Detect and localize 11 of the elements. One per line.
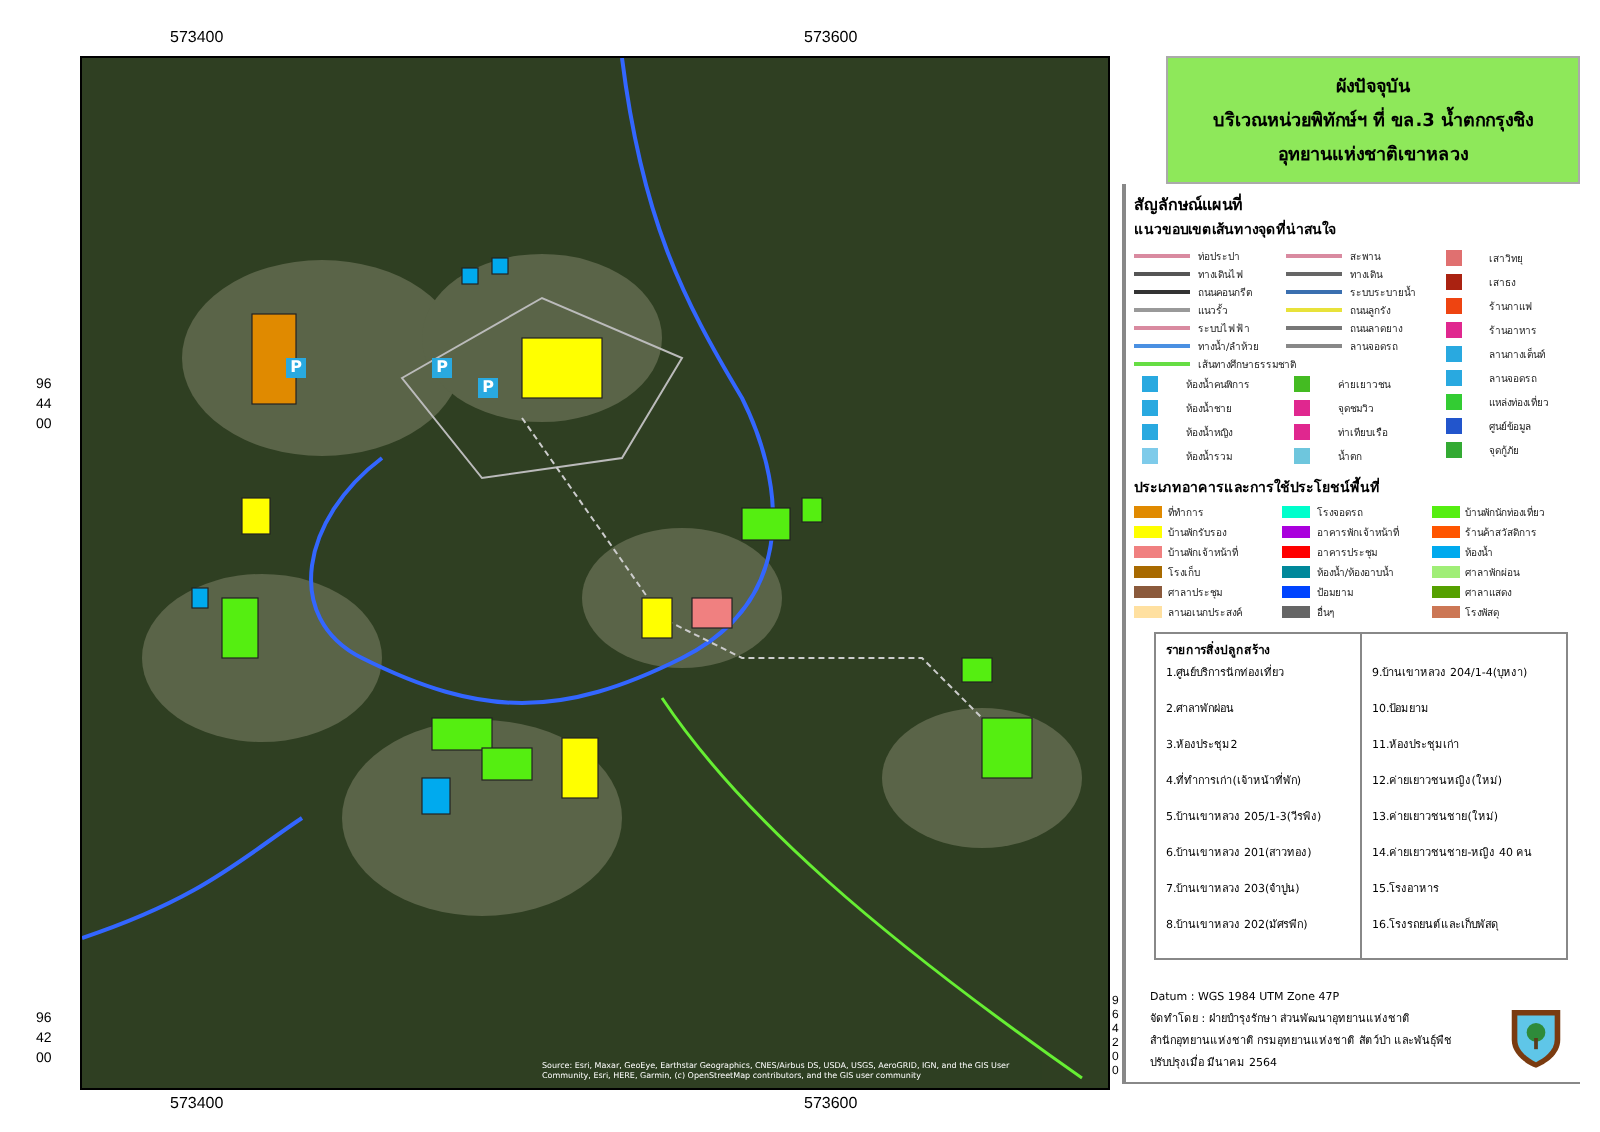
map-title: ผังปัจจุบัน — [1336, 75, 1410, 100]
map-title: อุทยานแห่งชาติเขาหลวง — [1278, 142, 1468, 168]
parking-sign: P — [478, 378, 498, 398]
coordinate-label: 573600 — [804, 1094, 858, 1112]
parking-sign: P — [286, 358, 306, 378]
coordinate-label: 573400 — [170, 1094, 224, 1112]
coordinate-label: 573600 — [804, 28, 858, 46]
map-title: บริเวณหน่วยพิทักษ์ฯ ที่ ขล.3 น้ำตกกรุงชิง — [1212, 106, 1534, 134]
parking-sign: P — [432, 358, 452, 378]
coordinate-label: 573400 — [170, 28, 224, 46]
legend-heading: สัญลักษณ์แผนที่ — [1134, 192, 1244, 218]
